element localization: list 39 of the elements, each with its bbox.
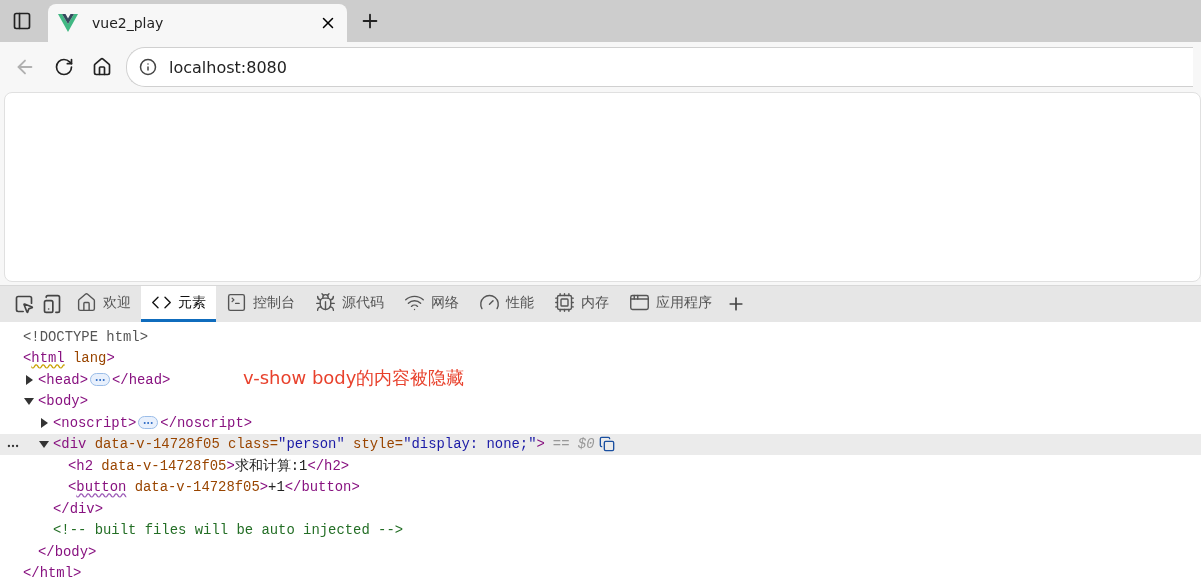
code-line: </body> [38,543,97,560]
vue-logo-icon [58,14,78,32]
code-line: <!DOCTYPE html> [23,328,149,345]
tab-title: vue2_play [92,15,165,31]
code-line: <body> [38,393,88,410]
code-line: </div> [53,500,103,517]
devtools-tab[interactable]: 应用程序 [619,286,722,322]
code-line: <noscript> [53,414,137,431]
code-line: <head> [38,371,88,388]
expand-triangle-icon[interactable] [38,416,50,429]
expand-triangle-icon[interactable] [23,373,35,386]
code-line: <!-- built files will be auto injected --> [53,522,404,539]
devtools-tab[interactable]: 控制台 [216,286,305,322]
annotation: v-show body的内容被隐藏 [243,366,465,390]
code-line: </head> [112,371,171,388]
bug-icon [315,292,336,313]
devtools-tab[interactable]: 性能 [469,286,544,322]
browser-tab[interactable]: vue2_play [48,4,347,42]
devtools-tab[interactable]: 源代码 [305,286,394,322]
code-line: <div data-v-14728f05 class="person" style="display: none;"> [53,436,545,453]
ellipsis-button[interactable] [138,416,159,430]
code-line: </html> [23,565,82,582]
code-line: <h2 data-v-14728f05>求和计算:1</h2> [68,456,350,475]
code-line: </noscript> [160,414,253,431]
devtools-tab[interactable]: 网络 [394,286,469,322]
info-icon[interactable] [139,58,157,76]
code-line: <button data-v-14728f05>+1</button> [68,479,360,496]
chip-icon [554,292,575,313]
code-line: <html lang> [23,350,115,367]
address-field[interactable]: localhost:8080 [126,47,1193,87]
console-reference: == $0 [552,436,595,453]
home-icon [76,292,97,313]
terminal-icon [226,292,247,313]
devtools-tab[interactable]: 元素 [141,286,216,322]
devtools-tab[interactable]: 欢迎 [66,286,141,322]
selected-row[interactable]: <div data-v-14728f05 class="person" style="display: none;"> == $0 [0,433,1201,455]
devtools-tab[interactable]: 内存 [544,286,619,322]
ellipsis-button[interactable] [90,373,110,387]
window-icon [629,292,650,313]
